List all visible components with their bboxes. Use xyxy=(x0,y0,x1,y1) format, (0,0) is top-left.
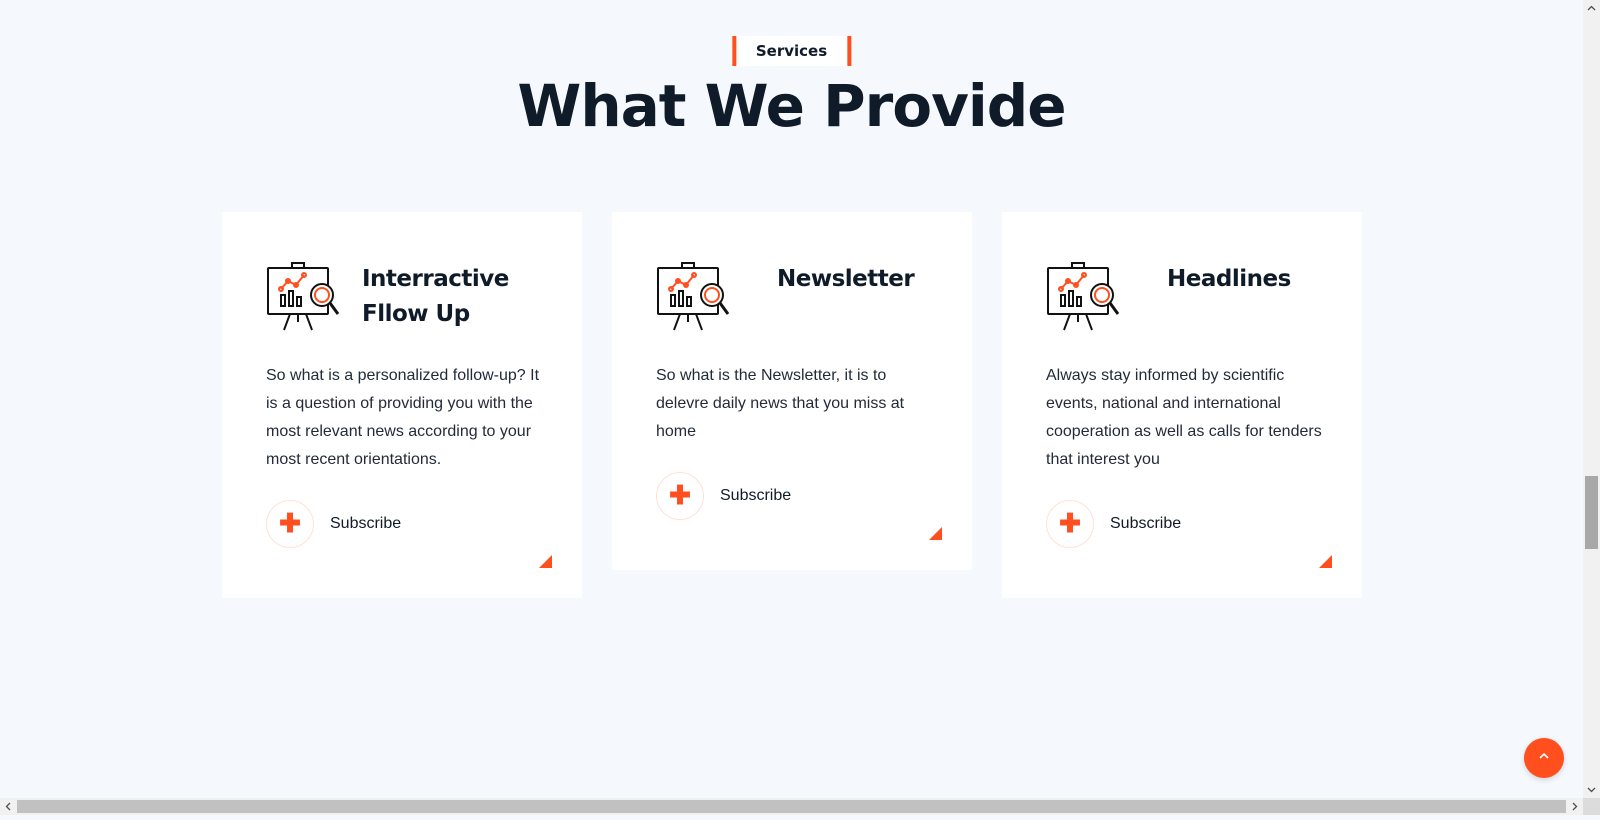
card-title: Interractive Fllow Up xyxy=(362,266,509,327)
scroll-right-arrow-icon[interactable] xyxy=(1566,798,1583,815)
card-title: Headlines xyxy=(1167,266,1291,292)
service-card: Interractive Fllow Up So what is a perso… xyxy=(222,212,582,598)
scroll-down-arrow-icon[interactable] xyxy=(1583,781,1600,798)
subscribe-label[interactable]: Subscribe xyxy=(1110,515,1181,533)
subscribe-button[interactable]: ✚ Subscribe xyxy=(266,500,401,548)
subscribe-button[interactable]: ✚ Subscribe xyxy=(656,472,791,520)
service-card: Newsletter So what is the Newsletter, it… xyxy=(612,212,972,570)
card-description: So what is the Newsletter, it is to dele… xyxy=(656,367,905,440)
presentation-analytics-icon xyxy=(656,262,730,332)
scroll-left-arrow-icon[interactable] xyxy=(0,798,17,815)
card-title: Newsletter xyxy=(777,266,915,292)
chevron-up-icon[interactable] xyxy=(1537,749,1551,768)
plus-icon[interactable]: ✚ xyxy=(656,472,704,520)
card-description: So what is a personalized follow-up? It … xyxy=(266,367,540,468)
corner-triangle xyxy=(929,527,942,540)
scroll-up-arrow-icon[interactable] xyxy=(1583,0,1600,17)
presentation-analytics-icon xyxy=(266,262,340,332)
subscribe-label[interactable]: Subscribe xyxy=(330,515,401,533)
section-title: What We Provide xyxy=(517,72,1066,140)
scroll-to-top-button[interactable] xyxy=(1524,738,1564,778)
scrollbar-corner xyxy=(1583,798,1600,815)
subscribe-button[interactable]: ✚ Subscribe xyxy=(1046,500,1181,548)
corner-triangle xyxy=(539,555,552,568)
corner-triangle xyxy=(1319,555,1332,568)
vertical-scroll-thumb[interactable] xyxy=(1585,476,1598,549)
plus-icon[interactable]: ✚ xyxy=(266,500,314,548)
vertical-scrollbar[interactable] xyxy=(1583,0,1600,798)
plus-icon[interactable]: ✚ xyxy=(1046,500,1094,548)
service-card: Headlines Always stay informed by scient… xyxy=(1002,212,1362,598)
presentation-analytics-icon xyxy=(1046,262,1120,332)
section-tag: Services xyxy=(731,36,852,66)
card-description: Always stay informed by scientific event… xyxy=(1046,367,1322,468)
subscribe-label[interactable]: Subscribe xyxy=(720,487,791,505)
horizontal-scroll-thumb[interactable] xyxy=(17,800,1566,813)
horizontal-scrollbar[interactable] xyxy=(0,798,1583,815)
page: Services What We Provide Interractive Fl… xyxy=(0,0,1583,798)
